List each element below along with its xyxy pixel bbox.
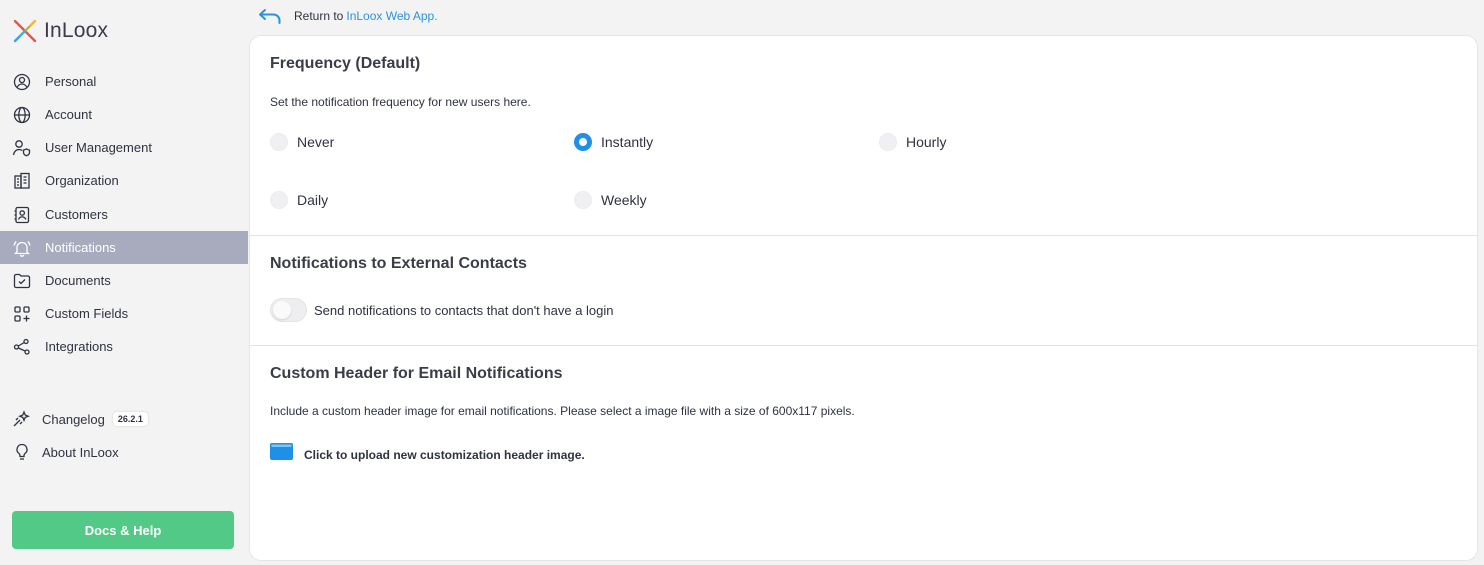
sidebar-item-documents[interactable]: Documents xyxy=(0,264,248,297)
return-web-app-link[interactable]: InLoox Web App. xyxy=(346,9,437,23)
radio-instantly[interactable]: Instantly xyxy=(574,133,653,151)
globe-icon xyxy=(12,105,32,125)
toggle-label: Send notifications to contacts that don'… xyxy=(314,302,614,318)
sidebar-item-label: Personal xyxy=(45,74,97,89)
sidebar-item-label: Customers xyxy=(45,207,108,222)
return-arrow-icon[interactable] xyxy=(258,8,284,24)
sidebar-item-label: Notifications xyxy=(45,240,116,255)
radio-label: Instantly xyxy=(601,134,654,150)
radio-label: Never xyxy=(297,134,335,150)
radio-label: Daily xyxy=(297,192,329,208)
sidebar-item-changelog[interactable]: Changelog 26.2.1 xyxy=(0,404,248,434)
contact-card-icon xyxy=(12,205,32,225)
custom-header-desc-row: Include a custom header image for email … xyxy=(250,404,1477,418)
external-notifications-toggle[interactable] xyxy=(270,298,307,322)
user-shield-icon xyxy=(12,138,32,158)
radio-circle-checked[interactable] xyxy=(574,133,592,151)
sparkle-icon xyxy=(12,409,32,429)
radio-never[interactable]: Never xyxy=(270,133,334,151)
sidebar-item-user-management[interactable]: User Management xyxy=(0,131,248,164)
sidebar-item-label: Custom Fields xyxy=(45,306,129,321)
upload-label: Click to upload new customization header… xyxy=(304,447,585,462)
custom-header-description: Include a custom header image for email … xyxy=(270,404,855,418)
frequency-title: Frequency (Default) xyxy=(270,55,421,72)
return-prefix: Return to xyxy=(294,9,344,23)
frequency-section: Frequency (Default) xyxy=(250,55,1477,73)
radio-label: Hourly xyxy=(906,134,947,150)
version-badge: 26.2.1 xyxy=(112,412,148,426)
custom-header-title: Custom Header for Email Notifications xyxy=(270,365,563,382)
grid-plus-icon xyxy=(12,304,32,324)
upload-header-image[interactable]: Click to upload new customization header… xyxy=(270,443,585,466)
lightbulb-icon xyxy=(12,442,32,462)
sidebar-item-about[interactable]: About InLoox xyxy=(0,437,248,467)
docs-help-button[interactable]: Docs & Help xyxy=(12,511,234,549)
sidebar: InLoox Personal Account User Management … xyxy=(0,0,248,565)
sidebar-item-notifications[interactable]: Notifications xyxy=(0,231,248,264)
external-section: Notifications to External Contacts xyxy=(250,255,1477,273)
divider xyxy=(250,235,1477,236)
share-nodes-icon xyxy=(12,337,32,357)
radio-label: Weekly xyxy=(601,192,647,208)
frequency-desc-row: Set the notification frequency for new u… xyxy=(250,95,1477,109)
document-check-icon xyxy=(12,271,32,291)
sidebar-item-label: User Management xyxy=(45,140,152,155)
user-circle-icon xyxy=(12,72,32,92)
sidebar-item-label: Integrations xyxy=(45,339,113,354)
bell-icon xyxy=(12,238,32,258)
sidebar-item-label: Account xyxy=(45,107,92,122)
about-label: About InLoox xyxy=(42,444,119,460)
radio-daily[interactable]: Daily xyxy=(270,191,328,209)
frequency-description: Set the notification frequency for new u… xyxy=(270,95,531,109)
image-upload-icon[interactable] xyxy=(270,443,293,466)
sidebar-item-custom-fields[interactable]: Custom Fields xyxy=(0,297,248,330)
sidebar-item-organization[interactable]: Organization xyxy=(0,164,248,197)
sidebar-item-integrations[interactable]: Integrations xyxy=(0,330,248,363)
changelog-label: Changelog xyxy=(42,411,105,427)
external-title: Notifications to External Contacts xyxy=(270,255,527,272)
sidebar-item-customers[interactable]: Customers xyxy=(0,198,248,231)
building-icon xyxy=(12,171,32,191)
logo-text: InLoox xyxy=(44,19,109,42)
radio-circle[interactable] xyxy=(879,133,897,151)
radio-hourly[interactable]: Hourly xyxy=(879,133,946,151)
return-link-row: Return to InLoox Web App. xyxy=(258,6,438,26)
settings-panel: Frequency (Default) Set the notification… xyxy=(249,35,1478,561)
inloox-logo[interactable]: InLoox xyxy=(12,18,108,44)
inloox-x-logo-icon xyxy=(13,19,37,43)
custom-header-section: Custom Header for Email Notifications xyxy=(250,365,1477,383)
external-toggle-row[interactable]: Send notifications to contacts that don'… xyxy=(270,298,614,322)
radio-circle[interactable] xyxy=(270,191,288,209)
divider xyxy=(250,345,1477,346)
radio-circle[interactable] xyxy=(270,133,288,151)
radio-circle[interactable] xyxy=(574,191,592,209)
sidebar-item-personal[interactable]: Personal xyxy=(0,65,248,98)
radio-weekly[interactable]: Weekly xyxy=(574,191,647,209)
sidebar-item-account[interactable]: Account xyxy=(0,98,248,131)
sidebar-item-label: Documents xyxy=(45,273,111,288)
sidebar-item-label: Organization xyxy=(45,173,119,188)
